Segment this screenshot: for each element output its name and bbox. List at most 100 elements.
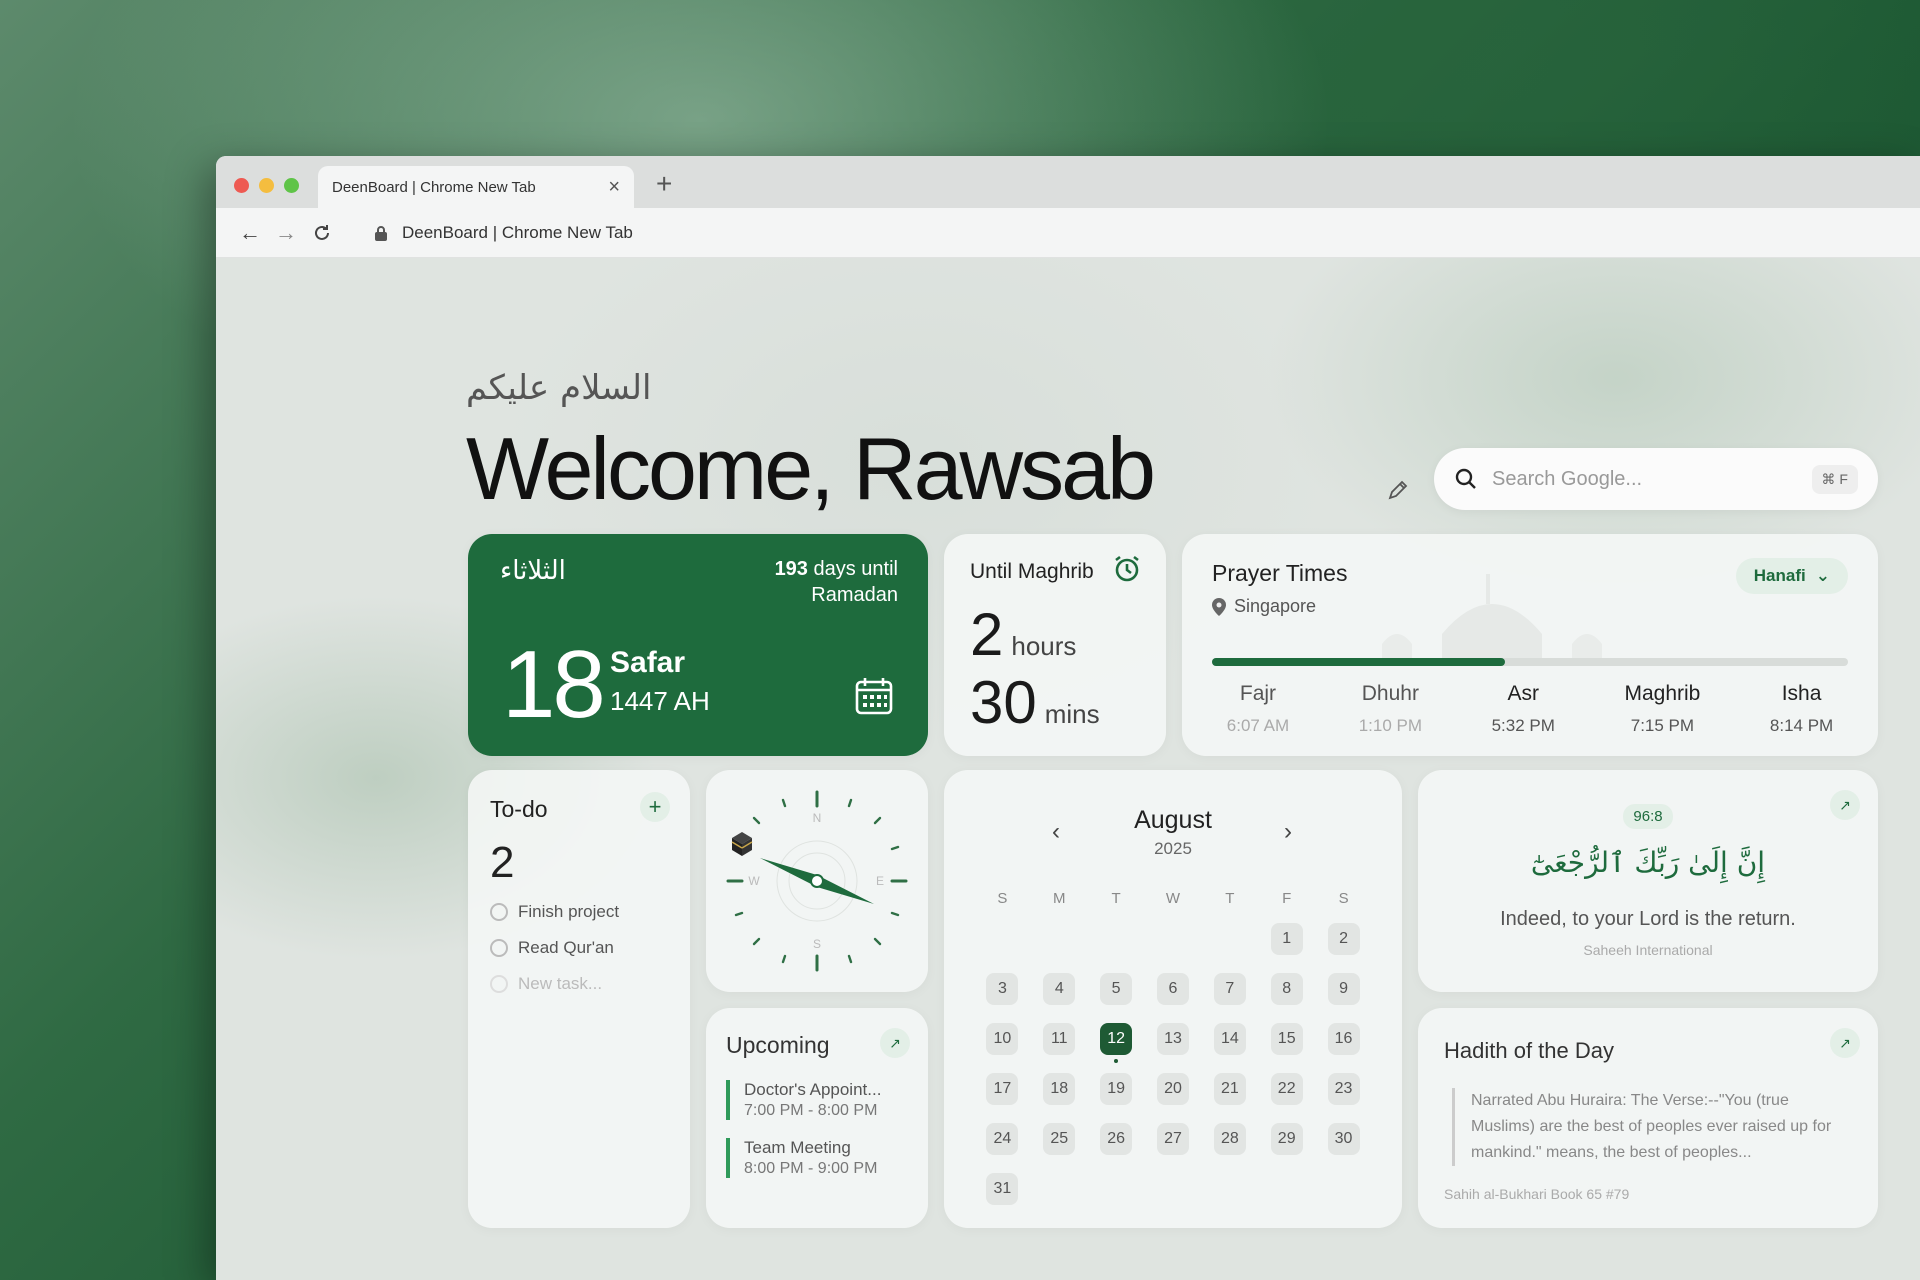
search-icon bbox=[1455, 468, 1476, 489]
calendar-day[interactable]: 2 bbox=[1327, 923, 1360, 955]
prayer-name: Isha bbox=[1781, 682, 1822, 705]
hijri-date-card: الثلاثاء 193 days until Ramadan 18 Safar… bbox=[468, 534, 928, 756]
tab-bar: DeenBoard | Chrome New Tab × + bbox=[216, 156, 1920, 208]
calendar-day[interactable]: 17 bbox=[986, 1073, 1019, 1105]
calendar-day[interactable]: 13 bbox=[1156, 1023, 1189, 1055]
calendar-day[interactable]: 21 bbox=[1213, 1073, 1246, 1105]
calendar-blank bbox=[1214, 923, 1246, 955]
new-task-placeholder: New task... bbox=[518, 974, 603, 993]
days-count: 193 bbox=[774, 558, 808, 580]
prayer-name: Dhuhr bbox=[1361, 682, 1419, 705]
prayer-maghrib: Maghrib 7:15 PM bbox=[1624, 682, 1700, 736]
calendar-day[interactable]: 31 bbox=[986, 1173, 1019, 1205]
chevron-down-icon: ⌄ bbox=[1815, 566, 1830, 585]
calendar-day[interactable]: 9 bbox=[1327, 973, 1360, 1005]
calendar-day[interactable]: 23 bbox=[1327, 1073, 1360, 1105]
calendar-day[interactable]: 25 bbox=[1043, 1123, 1076, 1155]
compass-north-label: N bbox=[813, 811, 822, 825]
maximize-window-button[interactable] bbox=[284, 178, 299, 193]
close-tab-icon[interactable]: × bbox=[608, 176, 620, 199]
calendar-day[interactable]: 18 bbox=[1043, 1073, 1076, 1105]
days-text: days until bbox=[813, 558, 899, 580]
verse-reference: 96:8 bbox=[1623, 804, 1673, 829]
calendar-day[interactable]: 1 bbox=[1270, 923, 1303, 955]
prayer-time: 1:10 PM bbox=[1358, 716, 1423, 735]
prayer-dhuhr: Dhuhr 1:10 PM bbox=[1359, 682, 1422, 736]
pencil-icon[interactable] bbox=[1386, 478, 1410, 507]
calendar-day-today[interactable]: 12 bbox=[1100, 1023, 1133, 1063]
prayer-isha: Isha 8:14 PM bbox=[1770, 682, 1833, 736]
new-task-input[interactable]: New task... bbox=[490, 974, 619, 994]
event-item[interactable]: Team Meeting 8:00 PM - 9:00 PM bbox=[726, 1138, 881, 1178]
todo-item[interactable]: Read Qur'an bbox=[490, 938, 619, 958]
tab-title: DeenBoard | Chrome New Tab bbox=[332, 178, 536, 196]
todo-checkbox[interactable] bbox=[490, 903, 508, 921]
weekday-label: S bbox=[1338, 890, 1349, 907]
calendar-day[interactable]: 19 bbox=[1100, 1073, 1133, 1105]
reload-icon[interactable] bbox=[304, 215, 340, 251]
calendar-day[interactable]: 3 bbox=[986, 973, 1019, 1005]
location-pin-icon bbox=[1212, 597, 1226, 616]
active-tab[interactable]: DeenBoard | Chrome New Tab × bbox=[318, 166, 634, 208]
dashboard-page: السلام عليكم Welcome, Rawsab ⌘ F الثلاثا… bbox=[216, 258, 1920, 1280]
event-item[interactable]: Doctor's Appoint... 7:00 PM - 8:00 PM bbox=[726, 1080, 881, 1120]
calendar-day[interactable]: 16 bbox=[1327, 1023, 1360, 1055]
window-controls bbox=[234, 178, 299, 193]
close-window-button[interactable] bbox=[234, 178, 249, 193]
hours-value: 2 bbox=[970, 601, 1004, 668]
address-bar: ← → DeenBoard | Chrome New Tab bbox=[216, 208, 1920, 258]
minimize-window-button[interactable] bbox=[259, 178, 274, 193]
calendar-day[interactable]: 26 bbox=[1100, 1123, 1133, 1155]
prayer-progress-fill bbox=[1212, 658, 1505, 666]
verse-card: ↗ 96:8 إِنَّ إِلَىٰ رَبِّكَ ٱلرُّجْعَىٰٓ… bbox=[1418, 770, 1878, 992]
prayer-asr: Asr 5:32 PM bbox=[1492, 682, 1555, 736]
upcoming-events-card: Upcoming ↗ Doctor's Appoint... 7:00 PM - … bbox=[706, 1008, 928, 1228]
mins-value: 30 bbox=[970, 669, 1037, 736]
calendar-day[interactable]: 7 bbox=[1213, 973, 1246, 1005]
calendar-day[interactable]: 29 bbox=[1270, 1123, 1303, 1155]
calendar-day[interactable]: 6 bbox=[1156, 973, 1189, 1005]
upcoming-title: Upcoming bbox=[726, 1032, 830, 1058]
calendar-icon[interactable] bbox=[854, 676, 894, 721]
url-field[interactable]: DeenBoard | Chrome New Tab bbox=[360, 214, 1860, 252]
todo-checkbox[interactable] bbox=[490, 939, 508, 957]
calendar-day[interactable]: 27 bbox=[1156, 1123, 1189, 1155]
lock-icon bbox=[375, 225, 387, 241]
new-tab-icon[interactable]: + bbox=[656, 168, 672, 200]
compass-east-label: E bbox=[876, 874, 884, 888]
welcome-heading: Welcome, Rawsab bbox=[466, 419, 1156, 518]
search-bar[interactable]: ⌘ F bbox=[1434, 448, 1878, 510]
back-arrow-icon[interactable]: ← bbox=[232, 215, 268, 251]
prayer-progress-bar bbox=[1212, 658, 1848, 666]
calendar-day[interactable]: 22 bbox=[1270, 1073, 1303, 1105]
calendar-day[interactable]: 28 bbox=[1213, 1123, 1246, 1155]
open-arrow-icon[interactable]: ↗ bbox=[1830, 1028, 1860, 1058]
calendar-day[interactable]: 8 bbox=[1270, 973, 1303, 1005]
prayer-name: Maghrib bbox=[1624, 682, 1701, 705]
weekday-label: T bbox=[1111, 890, 1121, 907]
add-todo-button[interactable]: + bbox=[640, 792, 670, 822]
hours-row: 2 hours bbox=[970, 600, 1076, 669]
calendar-day[interactable]: 14 bbox=[1213, 1023, 1246, 1055]
madhab-dropdown[interactable]: Hanafi ⌄ bbox=[1735, 558, 1848, 594]
open-arrow-icon[interactable]: ↗ bbox=[880, 1028, 910, 1058]
compass-west-label: W bbox=[748, 874, 760, 888]
calendar-day[interactable]: 10 bbox=[986, 1023, 1019, 1055]
todo-item[interactable]: Finish project bbox=[490, 902, 619, 922]
calendar-day[interactable]: 24 bbox=[986, 1123, 1019, 1155]
calendar-day[interactable]: 15 bbox=[1270, 1023, 1303, 1055]
countdown-label: Until Maghrib bbox=[970, 560, 1094, 584]
calendar-day[interactable]: 11 bbox=[1043, 1023, 1076, 1055]
todo-count: 2 bbox=[490, 838, 515, 887]
calendar-day[interactable]: 4 bbox=[1043, 973, 1076, 1005]
calendar-blank bbox=[986, 923, 1018, 955]
calendar-day[interactable]: 5 bbox=[1100, 973, 1133, 1005]
arabic-greeting: السلام عليكم bbox=[466, 368, 652, 408]
search-input[interactable] bbox=[1492, 467, 1792, 491]
calendar-day[interactable]: 20 bbox=[1156, 1073, 1189, 1105]
prayer-fajr: Fajr 6:07 AM bbox=[1227, 682, 1289, 736]
forward-arrow-icon[interactable]: → bbox=[268, 215, 304, 251]
weekday-label: F bbox=[1282, 890, 1292, 907]
calendar-day[interactable]: 30 bbox=[1327, 1123, 1360, 1155]
prayer-time: 8:14 PM bbox=[1769, 716, 1834, 735]
